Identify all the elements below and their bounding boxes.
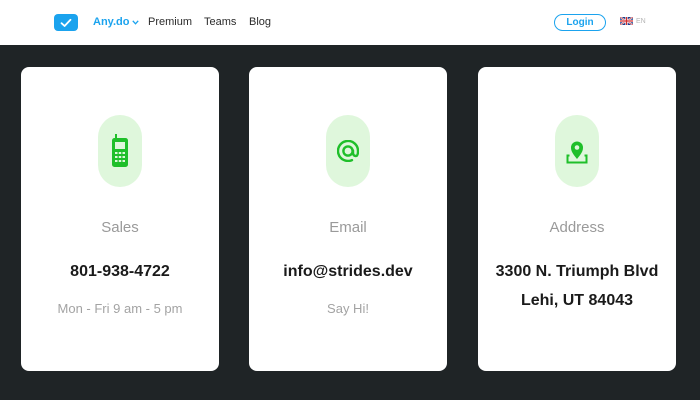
sales-card: Sales 801-938-4722 Mon - Fri 9 am - 5 pm <box>21 67 219 371</box>
login-button[interactable]: Login <box>554 14 606 31</box>
mobile-phone-icon <box>112 134 128 167</box>
address-card: Address 3300 N. Triumph Blvd Lehi, UT 84… <box>478 67 676 371</box>
language-selector[interactable]: EN <box>620 17 646 25</box>
address-text[interactable]: 3300 N. Triumph Blvd Lehi, UT 84043 <box>478 257 676 315</box>
address-icon-badge <box>555 115 599 187</box>
map-pin-icon <box>566 141 588 164</box>
uk-flag-icon <box>620 17 633 25</box>
email-address[interactable]: info@strides.dev <box>249 257 447 286</box>
logo[interactable] <box>54 14 78 31</box>
top-navbar: Any.do Premium Teams Blog Login EN <box>0 0 700 45</box>
sales-title: Sales <box>101 219 139 236</box>
address-title: Address <box>549 219 605 236</box>
nav-brand-label: Any.do <box>93 16 130 28</box>
sales-hours: Mon - Fri 9 am - 5 pm <box>57 301 183 316</box>
nav-any-do-dropdown[interactable]: Any.do <box>93 16 140 28</box>
email-note: Say Hi! <box>327 301 369 316</box>
nav-blog-link[interactable]: Blog <box>249 16 271 28</box>
email-title: Email <box>329 219 367 236</box>
email-address-line: info@strides.dev <box>283 263 413 280</box>
address-line-2: Lehi, UT 84043 <box>520 292 634 309</box>
checkmark-icon <box>60 18 72 27</box>
email-icon-badge <box>326 115 370 187</box>
at-sign-icon <box>337 140 359 162</box>
language-code: EN <box>636 17 646 25</box>
email-card: Email info@strides.dev Say Hi! <box>249 67 447 371</box>
sales-icon-badge <box>98 115 142 187</box>
nav-teams-link[interactable]: Teams <box>204 16 236 28</box>
address-line-1: 3300 N. Triumph Blvd <box>495 263 659 280</box>
chevron-down-icon <box>132 19 140 25</box>
sales-phone[interactable]: 801-938-4722 <box>21 257 219 286</box>
nav-premium-link[interactable]: Premium <box>148 16 192 28</box>
sales-phone-line: 801-938-4722 <box>70 263 170 280</box>
